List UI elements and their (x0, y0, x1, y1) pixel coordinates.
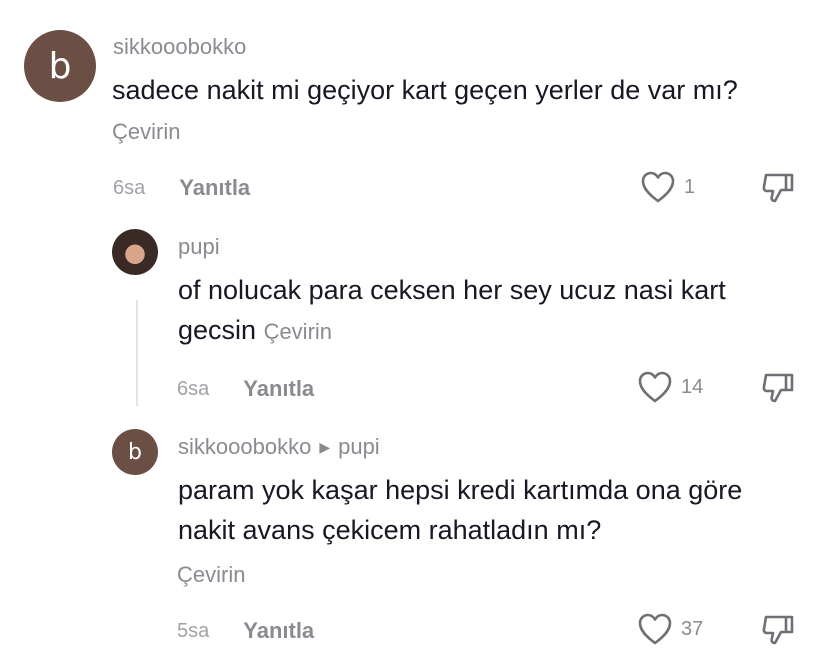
thumbs-down-icon (762, 173, 794, 203)
comment-text: param yok kaşar hepsi kredi kartımda ona… (178, 470, 798, 550)
like-count: 14 (681, 375, 704, 398)
comment-time: 5sa (177, 619, 210, 642)
comment-username-row: sikkooobokko ▶ pupi (178, 434, 380, 460)
reply-button[interactable]: Yanıtla (243, 618, 314, 644)
thread-line (136, 300, 138, 406)
dislike-button[interactable] (760, 170, 796, 211)
comment-body: param yok kaşar hepsi kredi kartımda ona… (178, 475, 743, 545)
like-button[interactable]: 37 (637, 612, 703, 646)
reply-button[interactable]: Yanıtla (179, 175, 250, 201)
dislike-button[interactable] (760, 370, 796, 411)
like-button[interactable]: 14 (637, 370, 703, 404)
dislike-button[interactable] (760, 612, 796, 653)
comment-text: of nolucak para ceksen her sey ucuz nasi… (178, 270, 778, 352)
avatar[interactable] (112, 229, 158, 275)
comment-body: sadece nakit mi geçiyor kart geçen yerle… (112, 75, 738, 105)
translate-link[interactable]: Çevirin (264, 319, 332, 344)
like-count: 37 (681, 617, 704, 640)
reply-button[interactable]: Yanıtla (243, 376, 314, 402)
reply-arrow-icon: ▶ (319, 438, 331, 455)
comment-text: sadece nakit mi geçiyor kart geçen yerle… (112, 70, 802, 152)
like-button[interactable]: 1 (640, 170, 695, 204)
comment-time: 6sa (113, 176, 146, 199)
like-count: 1 (684, 175, 696, 198)
heart-icon (641, 171, 675, 203)
comment-username[interactable]: sikkooobokko (113, 34, 246, 60)
reply-to-username[interactable]: pupi (338, 434, 380, 460)
heart-icon (638, 613, 672, 645)
translate-link[interactable]: Çevirin (112, 119, 180, 144)
thumbs-down-icon (762, 373, 794, 403)
comment-username[interactable]: pupi (178, 234, 220, 260)
avatar[interactable]: b (112, 429, 158, 475)
comment-time: 6sa (177, 377, 210, 400)
comment-username[interactable]: sikkooobokko (178, 434, 311, 460)
thumbs-down-icon (762, 615, 794, 645)
comment-body: of nolucak para ceksen her sey ucuz nasi… (178, 275, 726, 345)
avatar[interactable]: b (24, 30, 96, 102)
translate-link[interactable]: Çevirin (177, 562, 245, 588)
heart-icon (638, 371, 672, 403)
